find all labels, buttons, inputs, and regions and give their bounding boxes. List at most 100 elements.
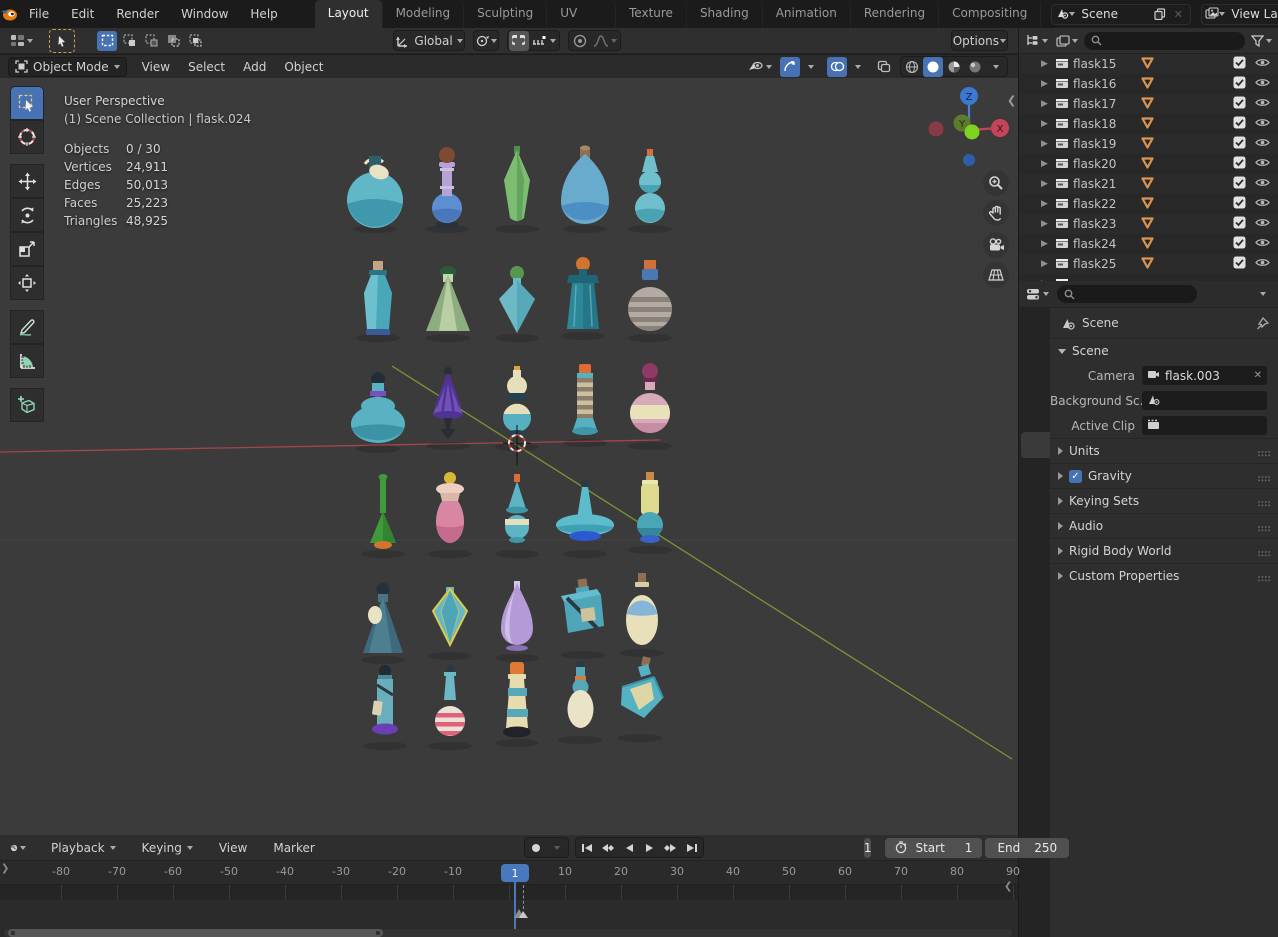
tool-select-box[interactable] xyxy=(10,86,44,120)
panel-custom-properties[interactable]: Custom Properties xyxy=(1050,563,1278,588)
scene-name[interactable]: Scene xyxy=(1075,7,1151,21)
flask-object[interactable] xyxy=(340,358,416,457)
zoom-view-button[interactable] xyxy=(983,170,1009,196)
flask-object[interactable] xyxy=(412,565,488,664)
outliner-row[interactable]: ▶flask16 xyxy=(1019,74,1278,94)
expand-arrow-icon[interactable]: ▶ xyxy=(1041,139,1051,149)
tool-measure[interactable] xyxy=(10,344,44,378)
playhead[interactable]: 1 xyxy=(501,864,529,882)
toggle-ortho-button[interactable] xyxy=(983,262,1009,288)
workspace-tab-layout[interactable]: Layout xyxy=(315,0,383,28)
flask-object[interactable] xyxy=(602,647,678,746)
jump-to-end-button[interactable] xyxy=(682,839,702,857)
outliner-row[interactable]: ▶ flask24 xyxy=(1019,234,1278,254)
clear-button[interactable]: ✕ xyxy=(1254,370,1262,381)
scene-selector[interactable]: Scene ✕ xyxy=(1051,4,1191,25)
xray-toggle[interactable] xyxy=(874,57,894,77)
flask-object[interactable] xyxy=(337,138,413,237)
select-mode-intersect[interactable] xyxy=(185,31,205,51)
play-button[interactable] xyxy=(640,839,660,857)
properties-tab-scene[interactable] xyxy=(1021,432,1050,458)
navigation-gizmo[interactable]: Y Z X xyxy=(925,86,1017,178)
tool-scale[interactable] xyxy=(10,232,44,266)
outliner-row[interactable]: ▶flask17 xyxy=(1019,94,1278,114)
gravity-checkbox[interactable]: ✓ xyxy=(1069,470,1082,483)
hide-eye-icon[interactable] xyxy=(1255,217,1270,231)
scene-panel-header[interactable]: Scene xyxy=(1050,338,1278,363)
properties-tab-tool[interactable] xyxy=(1021,308,1050,334)
properties-tab-output[interactable] xyxy=(1021,370,1050,396)
flask-object[interactable] xyxy=(612,247,688,346)
panel-drag-handle[interactable] xyxy=(1257,547,1271,555)
workspace-tab-compositing[interactable]: Compositing xyxy=(939,0,1041,28)
topbar-menu-help[interactable]: Help xyxy=(239,0,288,28)
expand-arrow-icon[interactable]: ▶ xyxy=(1041,119,1051,129)
outliner-row[interactable]: ▶ flask20 xyxy=(1019,154,1278,174)
exclude-checkbox[interactable] xyxy=(1233,196,1246,212)
gizmo-y-pos[interactable] xyxy=(965,125,980,140)
shading-material[interactable] xyxy=(944,57,964,77)
properties-options[interactable] xyxy=(1253,284,1273,304)
scrollbar-handle[interactable] xyxy=(8,929,383,937)
gizmo-x-neg[interactable] xyxy=(929,122,944,137)
workspace-tab-shading[interactable]: Shading xyxy=(687,0,763,28)
flask-object[interactable] xyxy=(612,459,688,558)
hide-eye-icon[interactable] xyxy=(1255,77,1270,91)
hide-eye-icon[interactable] xyxy=(1255,257,1270,271)
workspace-tab-rendering[interactable]: Rendering xyxy=(851,0,939,28)
viewport-menu-add[interactable]: Add xyxy=(234,60,275,74)
overlays-toggle[interactable] xyxy=(827,57,847,77)
current-frame-field[interactable]: 1 xyxy=(864,838,872,858)
outliner-item-name[interactable]: flask23 xyxy=(1073,217,1137,231)
outliner-row[interactable]: ▶flask19 xyxy=(1019,134,1278,154)
topbar-menu-window[interactable]: Window xyxy=(170,0,239,28)
pin-icon[interactable] xyxy=(1256,317,1269,330)
exclude-checkbox[interactable] xyxy=(1233,96,1246,112)
overlays-dropdown[interactable] xyxy=(848,57,868,77)
exclude-checkbox[interactable] xyxy=(1233,136,1246,152)
exclude-checkbox[interactable] xyxy=(1233,216,1246,232)
workspace-tab-uv-editing[interactable]: UV Editing xyxy=(547,0,616,28)
properties-tab-modifiers[interactable] xyxy=(1021,520,1050,546)
play-reverse-button[interactable] xyxy=(619,839,639,857)
outliner-row[interactable]: ▶flask15 xyxy=(1019,54,1278,74)
workspace-tab-modeling[interactable]: Modeling xyxy=(383,0,465,28)
view-layer-selector[interactable]: View Layer ✕ xyxy=(1201,4,1278,25)
properties-search[interactable] xyxy=(1057,285,1197,303)
outliner-row[interactable]: ▶flask21 xyxy=(1019,174,1278,194)
expand-arrow-left[interactable]: ❯ xyxy=(1,863,9,874)
viewport-menu-object[interactable]: Object xyxy=(275,60,332,74)
exclude-checkbox[interactable] xyxy=(1233,156,1246,172)
timeline-menu-playback[interactable]: Playback xyxy=(42,841,125,855)
new-scene-button[interactable] xyxy=(1151,6,1169,23)
expand-arrow-icon[interactable]: ▶ xyxy=(1041,219,1051,229)
timeline-marker[interactable] xyxy=(510,905,532,919)
snap-settings[interactable] xyxy=(530,31,558,51)
view-layer-name[interactable]: View Layer xyxy=(1225,7,1278,21)
outliner-item-name[interactable]: flask24 xyxy=(1073,237,1137,251)
panel-drag-handle[interactable] xyxy=(1257,347,1271,355)
expand-arrow-icon[interactable]: ▶ xyxy=(1041,159,1051,169)
gizmo-z-neg[interactable] xyxy=(963,154,975,166)
pivot-point-selector[interactable] xyxy=(473,30,499,51)
hide-eye-icon[interactable] xyxy=(1255,117,1270,131)
expand-arrow-icon[interactable]: ▶ xyxy=(1041,239,1051,249)
record-button[interactable] xyxy=(526,839,546,857)
outliner-item-name[interactable]: flask20 xyxy=(1073,157,1137,171)
panel-audio[interactable]: Audio xyxy=(1050,513,1278,538)
panel-drag-handle[interactable] xyxy=(1257,572,1271,580)
property-field[interactable] xyxy=(1142,391,1267,410)
outliner-item-name[interactable]: flask18 xyxy=(1073,117,1137,131)
expand-arrow-icon[interactable]: ▶ xyxy=(1041,59,1051,69)
hide-eye-icon[interactable] xyxy=(1255,157,1270,171)
flask-object[interactable] xyxy=(479,138,555,237)
hide-eye-icon[interactable] xyxy=(1255,57,1270,71)
properties-tab-object[interactable] xyxy=(1021,494,1050,520)
tool-cursor[interactable] xyxy=(10,120,44,154)
timeline-editor-type[interactable] xyxy=(8,838,28,858)
properties-tab-material[interactable] xyxy=(1021,660,1050,686)
select-mode-subtract[interactable] xyxy=(141,31,161,51)
outliner-row[interactable]: ▶flask22 xyxy=(1019,194,1278,214)
frame-end-field[interactable]: End 250 xyxy=(985,838,1069,858)
panel-rigid-body-world[interactable]: Rigid Body World xyxy=(1050,538,1278,563)
